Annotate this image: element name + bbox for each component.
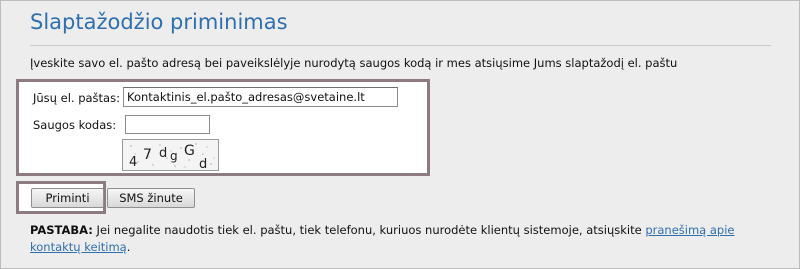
note-body: Jei negalite naudotis tiek el. paštu, ti…	[92, 223, 646, 237]
security-code-input[interactable]	[125, 115, 210, 134]
note-prefix: PASTABA:	[30, 223, 93, 237]
title-divider	[30, 45, 771, 46]
note-text: PASTABA: Jei negalite naudotis tiek el. …	[30, 222, 775, 256]
captcha-char: 7	[143, 147, 152, 163]
captcha-image: 4 7 d g G d	[122, 139, 219, 172]
password-reminder-panel: Slaptažodžio priminimas Įveskite savo el…	[0, 0, 800, 269]
sms-button[interactable]: SMS žinute	[107, 188, 195, 208]
captcha-char: g	[170, 149, 178, 163]
captcha-char: d	[159, 146, 167, 161]
security-code-label: Saugos kodas:	[33, 118, 117, 132]
page-title: Slaptažodžio priminimas	[30, 10, 288, 34]
email-field[interactable]: Kontaktinis_el.pašto_adresas@svetaine.lt	[123, 87, 398, 107]
captcha-graphic: 4 7 d g G d	[129, 143, 215, 172]
note-suffix: .	[126, 240, 131, 254]
intro-text: Įveskite savo el. pašto adresą bei pavei…	[30, 56, 678, 70]
remind-button[interactable]: Priminti	[31, 188, 104, 208]
captcha-char: G	[184, 143, 195, 159]
email-label: Jūsų el. paštas:	[33, 91, 120, 105]
captcha-char: 4	[129, 155, 137, 170]
captcha-char: d	[199, 157, 207, 170]
